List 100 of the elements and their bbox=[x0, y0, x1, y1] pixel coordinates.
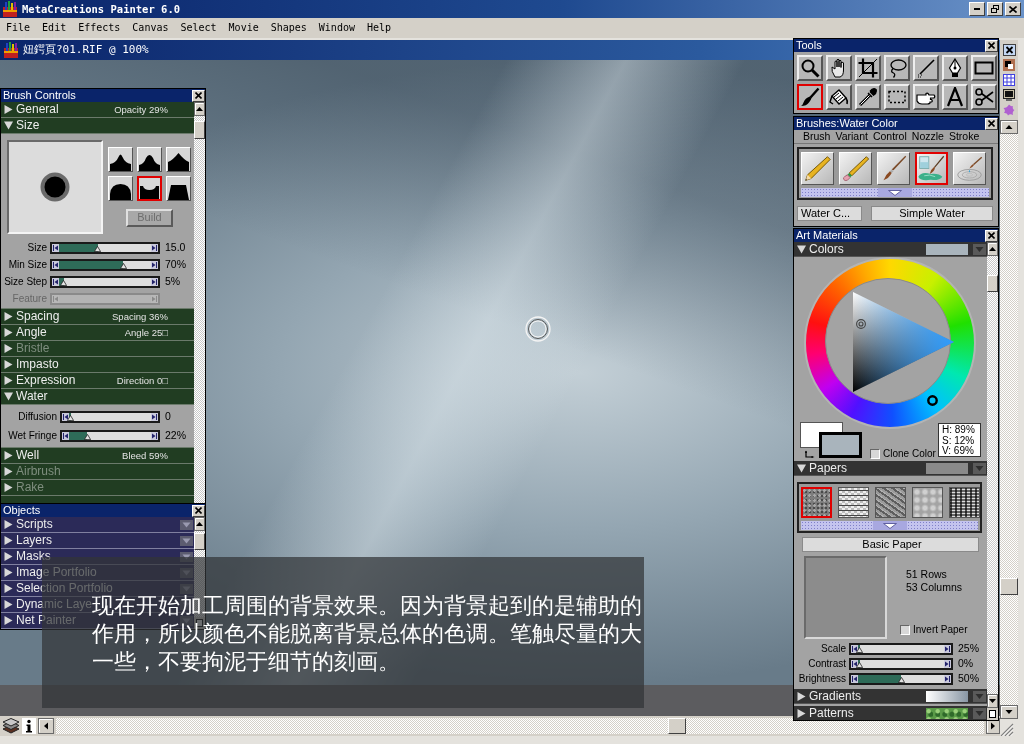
slider-right-arrow-icon[interactable] bbox=[944, 642, 953, 655]
paper-texture-icon[interactable] bbox=[949, 487, 980, 518]
scroll-up-arrow-icon[interactable] bbox=[194, 517, 205, 531]
hue-marker-icon[interactable] bbox=[927, 395, 938, 406]
info-icon[interactable] bbox=[22, 718, 36, 734]
checkbox[interactable] bbox=[870, 449, 880, 459]
brush-category-field[interactable]: Water C... bbox=[797, 206, 862, 221]
scroll-thumb[interactable] bbox=[194, 121, 205, 139]
slider-right-arrow-icon[interactable] bbox=[944, 672, 953, 685]
expand-triangle-icon[interactable] bbox=[4, 520, 13, 529]
slider-right-arrow-icon[interactable] bbox=[944, 657, 953, 670]
grid-icon[interactable] bbox=[1003, 74, 1015, 86]
slider-left-arrow-icon[interactable] bbox=[849, 642, 858, 655]
menu-item[interactable]: Movie bbox=[222, 18, 265, 38]
resize-grip-icon[interactable] bbox=[1000, 723, 1014, 736]
menu-item[interactable]: Window bbox=[312, 18, 361, 38]
minimize-button[interactable] bbox=[969, 2, 985, 16]
slider-right-arrow-icon[interactable] bbox=[151, 429, 160, 442]
menu-item[interactable]: Canvas bbox=[126, 18, 175, 38]
slider-thumb-icon[interactable] bbox=[94, 245, 102, 252]
section-header[interactable]: Layers bbox=[1, 533, 194, 549]
collapse-triangle-icon[interactable] bbox=[4, 121, 13, 130]
expand-triangle-icon[interactable] bbox=[4, 105, 13, 114]
drawer-arrow-icon[interactable] bbox=[882, 522, 897, 529]
section-header[interactable]: General Opacity 29% bbox=[1, 102, 194, 118]
menu-item[interactable]: Control bbox=[872, 130, 907, 143]
expand-triangle-icon[interactable] bbox=[4, 360, 13, 369]
restore-button[interactable] bbox=[987, 2, 1003, 16]
expand-triangle-icon[interactable] bbox=[4, 536, 13, 545]
menu-item[interactable]: Stroke bbox=[948, 130, 980, 143]
expand-triangle-icon[interactable] bbox=[4, 600, 13, 609]
slider-right-arrow-icon[interactable] bbox=[151, 275, 160, 288]
scroll-thumb[interactable] bbox=[668, 718, 686, 734]
close-icon[interactable] bbox=[1002, 44, 1016, 56]
collapse-triangle-icon[interactable] bbox=[797, 463, 806, 473]
slider-thumb-icon[interactable] bbox=[119, 262, 127, 269]
expand-triangle-icon[interactable] bbox=[4, 328, 13, 337]
menu-item[interactable]: Select bbox=[174, 18, 223, 38]
section-header[interactable]: Papers bbox=[794, 461, 987, 476]
slider-left-arrow-icon[interactable] bbox=[50, 241, 59, 254]
slider-thumb-icon[interactable] bbox=[897, 676, 905, 683]
profile-button[interactable] bbox=[137, 176, 162, 201]
section-header[interactable]: Impasto bbox=[1, 357, 194, 373]
menu-item[interactable]: Shapes bbox=[264, 18, 313, 38]
slider-right-arrow-icon[interactable] bbox=[151, 241, 160, 254]
slider-left-arrow-icon[interactable] bbox=[50, 275, 59, 288]
scroll-thumb[interactable] bbox=[1000, 578, 1018, 595]
slider-thumb-icon[interactable] bbox=[60, 279, 68, 286]
slider-left-arrow-icon[interactable] bbox=[60, 429, 69, 442]
paper-texture-icon[interactable] bbox=[838, 487, 869, 518]
collapse-triangle-icon[interactable] bbox=[4, 392, 13, 401]
brush-variant-field[interactable]: Simple Water bbox=[871, 206, 993, 221]
scroll-thumb[interactable] bbox=[194, 533, 205, 550]
expand-triangle-icon[interactable] bbox=[797, 708, 806, 718]
paper-texture-icon[interactable] bbox=[912, 487, 943, 518]
close-button[interactable] bbox=[192, 504, 205, 517]
close-button[interactable] bbox=[192, 89, 205, 102]
scroll-down-arrow-icon[interactable] bbox=[987, 694, 998, 708]
paper-stack-icon[interactable] bbox=[2, 718, 20, 734]
color-triangle[interactable] bbox=[853, 292, 954, 392]
section-header[interactable]: Angle Angle 25□ bbox=[1, 325, 194, 341]
expand-triangle-icon[interactable] bbox=[4, 568, 13, 577]
expand-triangle-icon[interactable] bbox=[4, 451, 13, 460]
scroll-up-arrow-icon[interactable] bbox=[194, 102, 205, 116]
scroll-thumb[interactable] bbox=[987, 275, 998, 292]
section-header[interactable]: Colors bbox=[794, 242, 987, 257]
expand-triangle-icon[interactable] bbox=[797, 691, 806, 701]
slider-right-arrow-icon[interactable] bbox=[151, 258, 160, 271]
color-marker-icon[interactable] bbox=[856, 319, 866, 329]
drawer-handle[interactable] bbox=[801, 521, 978, 530]
dropdown-arrow-icon[interactable] bbox=[180, 535, 193, 546]
menu-item[interactable]: Edit bbox=[36, 18, 73, 38]
checkbox[interactable] bbox=[900, 625, 910, 635]
menu-item[interactable]: Help bbox=[360, 18, 398, 38]
menu-item[interactable]: Variant bbox=[835, 130, 868, 143]
brush-tile[interactable] bbox=[915, 152, 948, 185]
section-header[interactable]: Gradients bbox=[794, 689, 987, 704]
close-button[interactable] bbox=[1005, 2, 1021, 16]
slider-thumb-icon[interactable] bbox=[83, 433, 91, 440]
scroll-down-arrow-icon[interactable] bbox=[1000, 705, 1018, 719]
expand-triangle-icon[interactable] bbox=[4, 312, 13, 321]
expand-triangle-icon[interactable] bbox=[4, 616, 13, 625]
color-squares-icon[interactable] bbox=[1003, 59, 1015, 71]
close-button[interactable] bbox=[985, 117, 998, 130]
close-button[interactable] bbox=[985, 229, 998, 242]
expand-triangle-icon[interactable] bbox=[4, 552, 13, 561]
section-header[interactable]: Scripts bbox=[1, 517, 194, 533]
drawer-arrow-icon[interactable] bbox=[888, 189, 902, 196]
tool-button[interactable] bbox=[797, 84, 823, 110]
color-swatch[interactable] bbox=[819, 432, 862, 458]
slider-left-arrow-icon[interactable] bbox=[50, 292, 59, 305]
slider-right-arrow-icon[interactable] bbox=[151, 292, 160, 305]
slider-left-arrow-icon[interactable] bbox=[50, 258, 59, 271]
slider-left-arrow-icon[interactable] bbox=[849, 657, 858, 670]
section-header[interactable]: Well Bleed 59% bbox=[1, 448, 194, 464]
close-button[interactable] bbox=[985, 39, 998, 52]
expand-triangle-icon[interactable] bbox=[4, 584, 13, 593]
slider-right-arrow-icon[interactable] bbox=[151, 410, 160, 423]
dropdown-arrow-icon[interactable] bbox=[180, 519, 193, 530]
swap-arrows-icon[interactable] bbox=[805, 450, 815, 459]
